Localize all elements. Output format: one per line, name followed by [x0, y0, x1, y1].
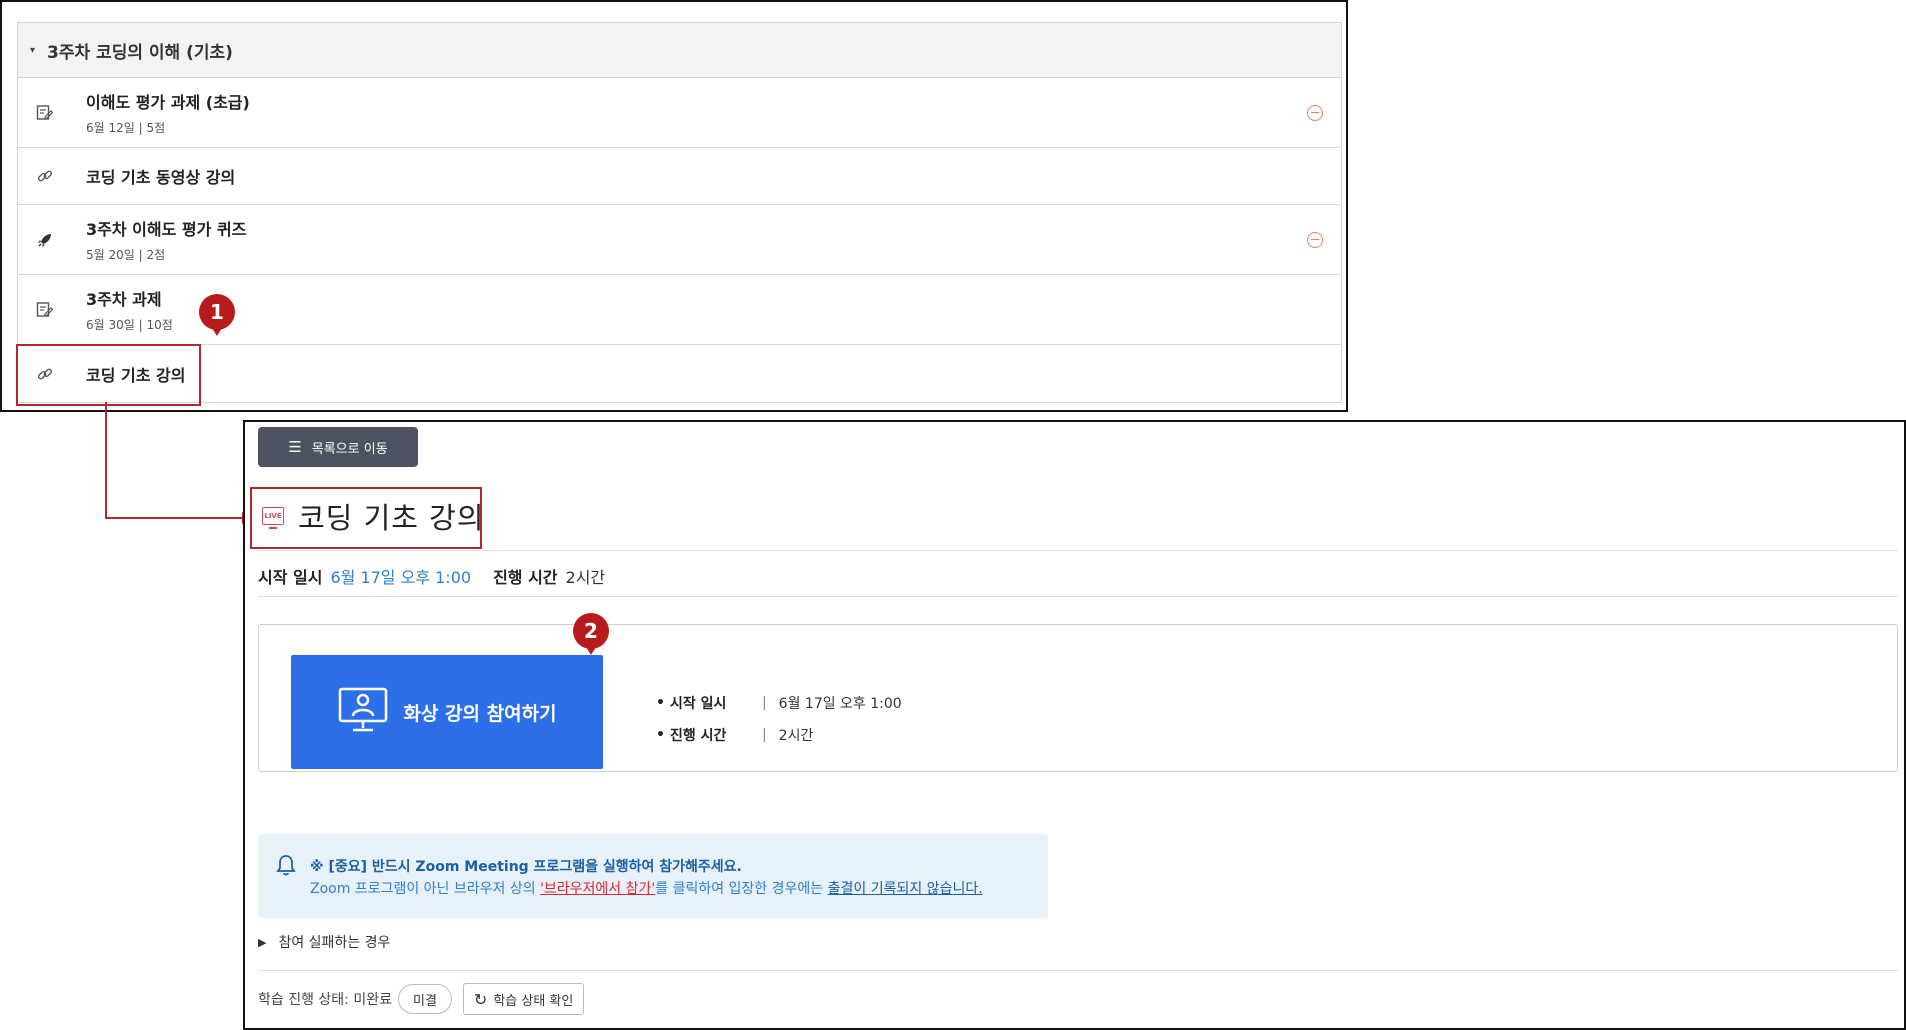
- activity-row[interactable]: 이해도 평가 과제 (초급) 6월 12일 | 5점: [18, 78, 1341, 148]
- zoom-notice: ※ [중요] 반드시 Zoom Meeting 프로그램을 실행하여 참가해주세…: [258, 834, 1048, 918]
- triangle-right-icon: ▶: [258, 935, 267, 949]
- video-conference-icon: [337, 686, 389, 738]
- back-to-list-button[interactable]: ☰ 목록으로 이동: [258, 427, 418, 467]
- connector-line: [105, 402, 107, 519]
- attendance-not-recorded-link[interactable]: 출결이 기록되지 않습니다.: [828, 881, 983, 897]
- menu-icon: ☰: [288, 438, 302, 456]
- caret-down-icon[interactable]: ▾: [30, 45, 35, 56]
- activity-meta: 6월 30일 | 10점: [86, 318, 173, 332]
- duration-value: 2시간: [565, 568, 606, 587]
- quiz-rocket-icon: [34, 229, 56, 251]
- incomplete-status-icon: [1307, 104, 1323, 121]
- bell-icon: [276, 854, 296, 880]
- divider: [258, 596, 1898, 597]
- activity-meta: 5월 20일 | 2점: [86, 248, 166, 262]
- activity-row[interactable]: 코딩 기초 강의: [18, 345, 1341, 402]
- activity-row[interactable]: 3주차 이해도 평가 퀴즈 5월 20일 | 2점: [18, 205, 1341, 275]
- join-video-lecture-button[interactable]: 화상 강의 참여하기: [291, 655, 603, 769]
- highlight-box: [250, 487, 482, 549]
- schedule-summary: 시작 일시 6월 17일 오후 1:00 진행 시간 2시간: [258, 564, 605, 588]
- activity-name[interactable]: 3주차 과제: [86, 286, 173, 310]
- activity-name[interactable]: 3주차 이해도 평가 퀴즈: [86, 216, 246, 240]
- start-label: 시작 일시: [258, 568, 323, 587]
- divider: [258, 550, 1898, 551]
- join-from-browser-link[interactable]: '브라우저에서 참가': [540, 881, 655, 897]
- notice-body: Zoom 프로그램이 아닌 브라우저 상의 '브라우저에서 참가'를 클릭하여 …: [310, 878, 983, 898]
- activity-row[interactable]: 코딩 기초 동영상 강의: [18, 148, 1341, 205]
- activity-list: 이해도 평가 과제 (초급) 6월 12일 | 5점 코딩 기초 동영상 강의 …: [17, 78, 1342, 403]
- highlight-box: [16, 344, 201, 406]
- bullet: •: [656, 727, 665, 743]
- notice-text: 를 클릭하여 입장한 경우에는: [655, 881, 828, 897]
- join-card: 화상 강의 참여하기 2 • 시작 일시 | 6월 17일 오후 1:00 • …: [258, 613, 1898, 772]
- join-button-label: 화상 강의 참여하기: [403, 702, 557, 725]
- activity-meta: 6월 12일 | 5점: [86, 121, 166, 135]
- assignment-icon: [34, 102, 56, 124]
- refresh-icon: ↻: [473, 989, 488, 1009]
- link-icon: [34, 165, 56, 187]
- info-row-start: • 시작 일시 | 6월 17일 오후 1:00: [656, 687, 902, 719]
- notice-text: Zoom 프로그램이 아닌 브라우저 상의: [310, 881, 541, 897]
- assignment-icon: [34, 299, 56, 321]
- info-label: 시작 일시: [669, 696, 727, 712]
- week-section-header[interactable]: ▾ 3주차 코딩의 이해 (기초): [17, 22, 1342, 78]
- notice-title: ※ [중요] 반드시 Zoom Meeting 프로그램을 실행하여 참가해주세…: [310, 859, 742, 875]
- separator: |: [761, 727, 767, 743]
- info-value: 2시간: [778, 728, 814, 744]
- duration-label: 진행 시간: [493, 568, 558, 587]
- activity-name[interactable]: 이해도 평가 과제 (초급): [86, 89, 250, 113]
- check-status-label: 학습 상태 확인: [493, 993, 574, 1009]
- info-label: 진행 시간: [669, 728, 727, 744]
- join-failure-label: 참여 실패하는 경우: [278, 935, 391, 951]
- lecture-detail-panel: ☰ 목록으로 이동 LIVE 코딩 기초 강의 시작 일시 6월 17일 오후 …: [243, 420, 1906, 1030]
- info-row-duration: • 진행 시간 | 2시간: [656, 719, 902, 751]
- bullet: •: [656, 695, 665, 711]
- connector-line: [105, 517, 245, 519]
- start-value: 6월 17일 오후 1:00: [330, 568, 472, 587]
- info-value: 6월 17일 오후 1:00: [778, 696, 902, 712]
- activity-name[interactable]: 코딩 기초 동영상 강의: [86, 164, 235, 188]
- step-badge-2: 2: [573, 613, 609, 655]
- course-activity-panel: ▾ 3주차 코딩의 이해 (기초) 이해도 평가 과제 (초급) 6월 12일 …: [0, 0, 1348, 412]
- join-info: • 시작 일시 | 6월 17일 오후 1:00 • 진행 시간 | 2시간: [656, 687, 902, 751]
- progress-footer: 학습 진행 상태: 미완료 미결 ↻ 학습 상태 확인: [258, 983, 585, 1015]
- separator: |: [761, 695, 767, 711]
- back-to-list-label: 목록으로 이동: [311, 441, 388, 457]
- status-badge: 미결: [398, 984, 452, 1014]
- incomplete-status-icon: [1307, 231, 1323, 248]
- progress-status-text: 학습 진행 상태: 미완료: [258, 992, 392, 1008]
- check-status-button[interactable]: ↻ 학습 상태 확인: [462, 983, 585, 1015]
- divider: [258, 970, 1898, 971]
- step-badge-1: 1: [199, 294, 235, 336]
- join-failure-toggle[interactable]: ▶ 참여 실패하는 경우: [258, 932, 390, 952]
- week-title: 3주차 코딩의 이해 (기초): [47, 42, 233, 63]
